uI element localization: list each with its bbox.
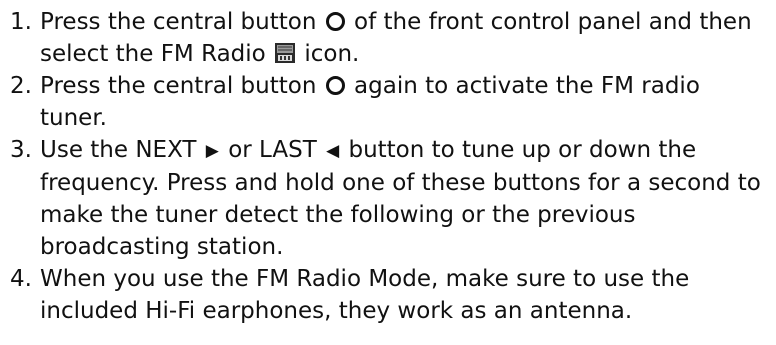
last-triangle-icon: ◀ — [326, 141, 340, 161]
step-number: 1. — [10, 9, 32, 35]
step-3: 3. Use the NEXT ▶ or LAST ◀ button to tu… — [10, 134, 770, 263]
step-2: 2. Press the central button again to act… — [10, 70, 770, 134]
step-text-part: Press the central button — [40, 9, 317, 35]
step-text: When you use the FM Radio Mode, make sur… — [40, 266, 690, 324]
step-number: 2. — [10, 73, 32, 99]
step-text: Press the central button again to activa… — [40, 70, 770, 134]
step-1: 1. Press the central button of the front… — [10, 6, 770, 70]
step-text-part: or LAST — [228, 137, 317, 163]
step-number: 4. — [10, 266, 32, 292]
central-button-icon — [325, 76, 345, 95]
central-button-icon — [325, 12, 345, 31]
step-text-part: Press the central button — [40, 73, 317, 99]
step-4: 4. When you use the FM Radio Mode, make … — [10, 263, 770, 327]
step-number: 3. — [10, 137, 32, 163]
fm-radio-icon — [275, 43, 296, 63]
step-text-part: Use the NEXT — [40, 137, 197, 163]
step-text: Press the central button of the front co… — [40, 6, 770, 70]
step-text-part: icon. — [304, 41, 360, 67]
next-triangle-icon: ▶ — [205, 141, 219, 161]
step-text: Use the NEXT ▶ or LAST ◀ button to tune … — [40, 134, 770, 263]
instructions-list: 1. Press the central button of the front… — [10, 6, 770, 327]
